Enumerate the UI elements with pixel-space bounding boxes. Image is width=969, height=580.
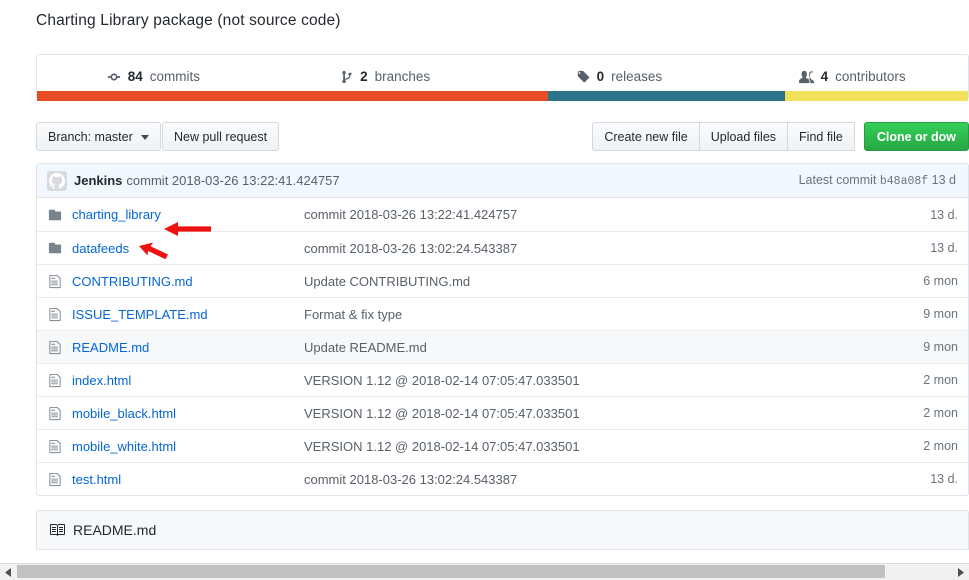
tag-icon: [576, 70, 590, 84]
file-commit-time: 9 mon: [923, 340, 958, 354]
new-pull-request-button[interactable]: New pull request: [162, 122, 280, 151]
clone-or-download-button[interactable]: Clone or dow: [863, 122, 969, 151]
file-icon: [47, 439, 63, 454]
file-name-link[interactable]: ISSUE_TEMPLATE.md: [72, 307, 304, 322]
avatar: [47, 170, 67, 191]
stat-commits-count: 84: [127, 69, 143, 84]
lang-segment-1: [37, 91, 549, 101]
file-icon: [47, 406, 63, 421]
page-title: Charting Library package (not source cod…: [36, 12, 341, 29]
chevron-down-icon: [140, 135, 149, 140]
file-commit-message[interactable]: VERSION 1.12 @ 2018-02-14 07:05:47.03350…: [304, 373, 915, 388]
stat-branches-label: branches: [374, 69, 431, 84]
file-icon: [47, 274, 63, 289]
create-new-file-button[interactable]: Create new file: [592, 122, 700, 151]
file-icon: [47, 307, 63, 322]
table-row[interactable]: test.html commit 2018-03-26 13:02:24.5433…: [37, 462, 968, 495]
latest-commit-label: Latest commit: [798, 173, 877, 187]
file-name-link[interactable]: charting_library: [72, 207, 304, 222]
folder-icon: [47, 208, 63, 222]
table-row[interactable]: CONTRIBUTING.md Update CONTRIBUTING.md 6 m…: [37, 264, 968, 297]
readme-title: README.md: [73, 522, 157, 538]
file-commit-time: 13 d.: [930, 241, 958, 255]
find-file-button[interactable]: Find file: [787, 122, 855, 151]
stat-branches-count: 2: [360, 69, 368, 84]
latest-commit-time: 13 d: [931, 173, 956, 187]
file-icon: [47, 472, 63, 487]
file-name-link[interactable]: mobile_black.html: [72, 406, 304, 421]
stat-releases-label: releases: [611, 69, 663, 84]
github-repo-page: Charting Library package (not source cod…: [0, 0, 969, 580]
repo-toolbar: Branch: master New pull request Create n…: [36, 122, 969, 152]
file-actions-group: Create new file Upload files Find file C…: [592, 122, 969, 151]
file-commit-message[interactable]: commit 2018-03-26 13:02:24.543387: [304, 241, 922, 256]
file-commit-message[interactable]: Update README.md: [304, 340, 915, 355]
people-icon: [798, 70, 814, 84]
commit-sha[interactable]: b48a08f: [880, 175, 928, 188]
table-row[interactable]: datafeeds commit 2018-03-26 13:02:24.5433…: [37, 231, 968, 264]
commit-author[interactable]: Jenkins: [74, 173, 122, 188]
stat-releases-count: 0: [596, 69, 605, 84]
file-name-link[interactable]: datafeeds: [72, 241, 304, 256]
file-icon: [47, 373, 63, 388]
file-commit-message[interactable]: commit 2018-03-26 13:02:24.543387: [304, 472, 922, 487]
file-name-link[interactable]: README.md: [72, 340, 304, 355]
upload-files-button[interactable]: Upload files: [698, 122, 789, 151]
folder-icon: [47, 241, 63, 255]
branch-selector-button[interactable]: Branch: master: [36, 122, 161, 151]
scroll-right-arrow-icon[interactable]: [952, 564, 969, 580]
branch-icon: [342, 70, 353, 84]
table-row[interactable]: mobile_white.html VERSION 1.12 @ 2018-02-…: [37, 429, 968, 462]
file-commit-message[interactable]: Update CONTRIBUTING.md: [304, 274, 915, 289]
file-listing: Jenkins commit 2018-03-26 13:22:41.42475…: [36, 163, 969, 496]
scroll-left-arrow-icon[interactable]: [0, 564, 17, 580]
lang-segment-2: [548, 91, 785, 101]
stat-commits-label: commits: [149, 69, 201, 84]
file-commit-time: 13 d.: [930, 207, 958, 222]
file-commit-time: 9 mon: [923, 307, 958, 321]
language-bar: [37, 91, 968, 101]
table-row[interactable]: mobile_black.html VERSION 1.12 @ 2018-02-…: [37, 396, 968, 429]
file-name-link[interactable]: mobile_white.html: [72, 439, 304, 454]
file-commit-time: 2 mon: [923, 439, 958, 453]
scrollbar-thumb[interactable]: [17, 565, 885, 578]
file-commit-message[interactable]: Format & fix type: [304, 307, 915, 322]
file-commit-message[interactable]: commit 2018-03-26 13:22:41.424757: [304, 207, 922, 222]
table-row[interactable]: index.html VERSION 1.12 @ 2018-02-14 07:0…: [37, 363, 968, 396]
book-icon: [49, 522, 65, 538]
stat-contributors-count: 4: [820, 69, 829, 84]
file-commit-time: 13 d.: [930, 472, 958, 486]
table-row[interactable]: ISSUE_TEMPLATE.md Format & fix type 9 mon: [37, 297, 968, 330]
readme-header: README.md: [36, 510, 969, 550]
file-commit-message[interactable]: VERSION 1.12 @ 2018-02-14 07:05:47.03350…: [304, 406, 915, 421]
file-name-link[interactable]: CONTRIBUTING.md: [72, 274, 304, 289]
table-row[interactable]: charting_library commit 2018-03-26 13:22:…: [37, 198, 968, 231]
file-commit-time: 6 mon: [923, 274, 958, 288]
commit-message[interactable]: commit 2018-03-26 13:22:41.424757: [126, 173, 339, 188]
file-commit-time: 2 mon: [923, 373, 958, 387]
branch-selector-label: Branch: master: [48, 129, 133, 144]
lang-segment-3: [784, 91, 968, 101]
latest-commit-bar: Jenkins commit 2018-03-26 13:22:41.42475…: [37, 164, 968, 198]
file-name-link[interactable]: test.html: [72, 472, 304, 487]
scrollbar-track[interactable]: [17, 564, 952, 580]
horizontal-scrollbar[interactable]: [0, 563, 969, 580]
latest-commit-info: Latest commit b48a08f 13 d: [799, 173, 958, 188]
file-rows: charting_library commit 2018-03-26 13:22:…: [37, 198, 968, 495]
table-row[interactable]: README.md Update README.md 9 mon: [37, 330, 968, 363]
commit-icon: [107, 70, 121, 84]
file-icon: [47, 340, 63, 355]
file-commit-message[interactable]: VERSION 1.12 @ 2018-02-14 07:05:47.03350…: [304, 439, 915, 454]
file-commit-time: 2 mon: [923, 406, 958, 420]
file-name-link[interactable]: index.html: [72, 373, 304, 388]
stat-contributors-label: contributors: [835, 69, 906, 84]
